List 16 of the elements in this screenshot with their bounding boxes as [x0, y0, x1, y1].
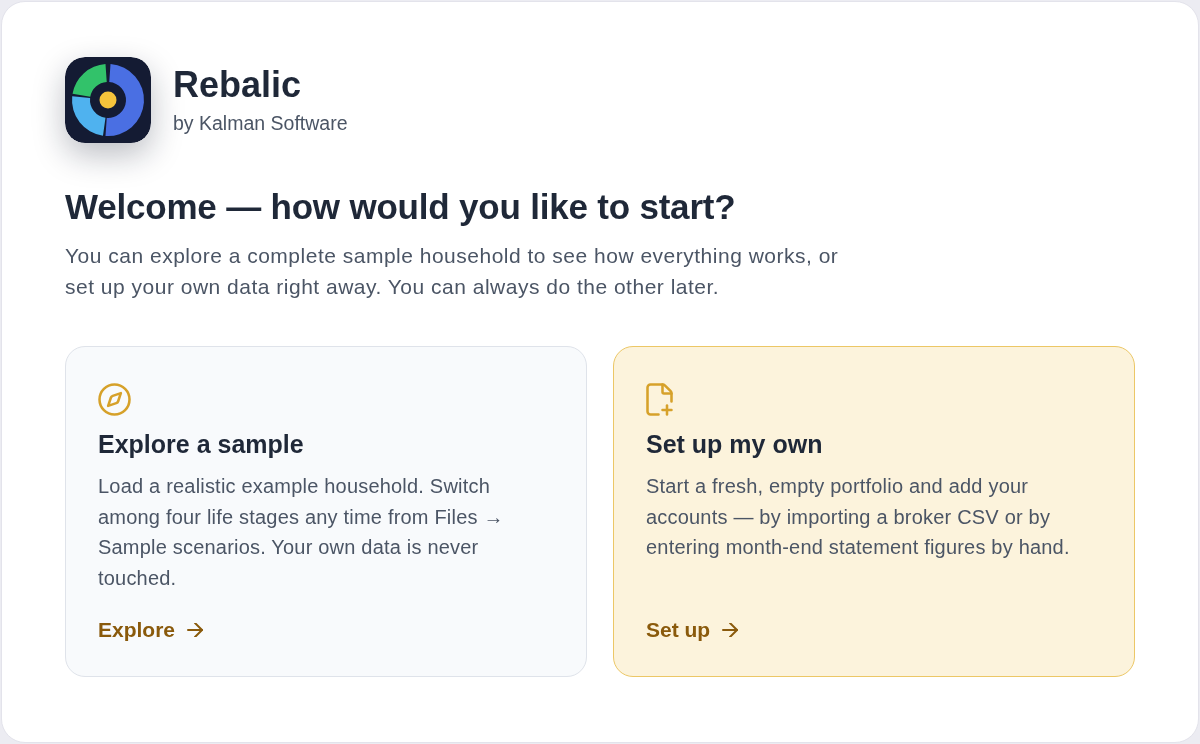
welcome-description: You can explore a complete sample household to see how everything works, or set up your own data right away. You can always do the other later.	[65, 243, 840, 300]
file-plus-icon	[646, 383, 673, 416]
app-name: Rebalic	[173, 65, 303, 105]
option-description: Load a realistic example household. Switch among four life stages any time from Files → Sample scenarios. Your own data is never touched.	[98, 474, 505, 591]
option-action-link[interactable]: Set up	[646, 616, 739, 644]
welcome-title: Welcome — how would you like to start?	[65, 187, 737, 227]
option-card[interactable]: Explore a sample Load a realistic example household. Switch among four life stages any time from Files → Sample scenarios. Your own data is never touched. Explore	[65, 346, 587, 677]
option-card[interactable]: Set up my own Start a fresh, empty portfolio and add your accounts — by importing a broker CSV or by entering month-end statement figures by hand. Set up	[613, 346, 1135, 677]
option-title: Set up my own	[646, 429, 824, 459]
compass-icon	[98, 383, 131, 416]
app-publisher: by Kalman Software	[173, 111, 348, 135]
option-action-link[interactable]: Explore	[98, 616, 204, 644]
option-title: Explore a sample	[98, 429, 305, 459]
arrow-right-icon	[187, 623, 204, 637]
arrow-right-icon	[722, 623, 739, 637]
option-description: Start a fresh, empty portfolio and add your accounts — by importing a broker CSV or by entering month-end statement figures by hand.	[646, 474, 1071, 560]
